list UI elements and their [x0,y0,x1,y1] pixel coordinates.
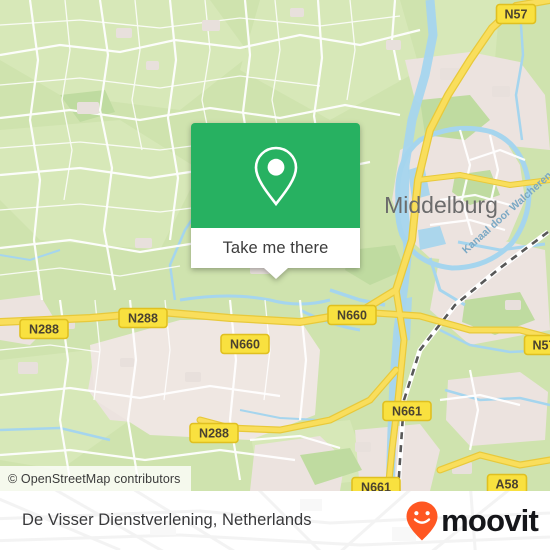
take-me-there-callout[interactable]: Take me there [191,123,360,279]
osm-attribution[interactable]: © OpenStreetMap contributors [0,466,191,491]
moovit-logo[interactable]: moovit [404,500,539,542]
callout-label: Take me there [222,238,329,257]
map-viewport[interactable]: .lbl-city { font-family:"Liberation Sans… [0,0,550,491]
map-label-middelburg: Middelburg [384,192,498,218]
footer-bar: De Visser Dienstverlening, Netherlands m… [0,491,550,550]
moovit-map-screenshot: .lbl-city { font-family:"Liberation Sans… [0,0,550,550]
moovit-smiley-pin-icon [406,501,438,540]
callout-icon-panel [191,123,360,228]
location-title: De Visser Dienstverlening, Netherlands [22,511,312,529]
moovit-wordmark: moovit [441,503,539,538]
map-pin-icon [254,146,297,206]
callout-tail [263,268,288,279]
osm-attribution-text: © OpenStreetMap contributors [8,471,181,486]
callout-action-panel[interactable]: Take me there [191,228,360,279]
